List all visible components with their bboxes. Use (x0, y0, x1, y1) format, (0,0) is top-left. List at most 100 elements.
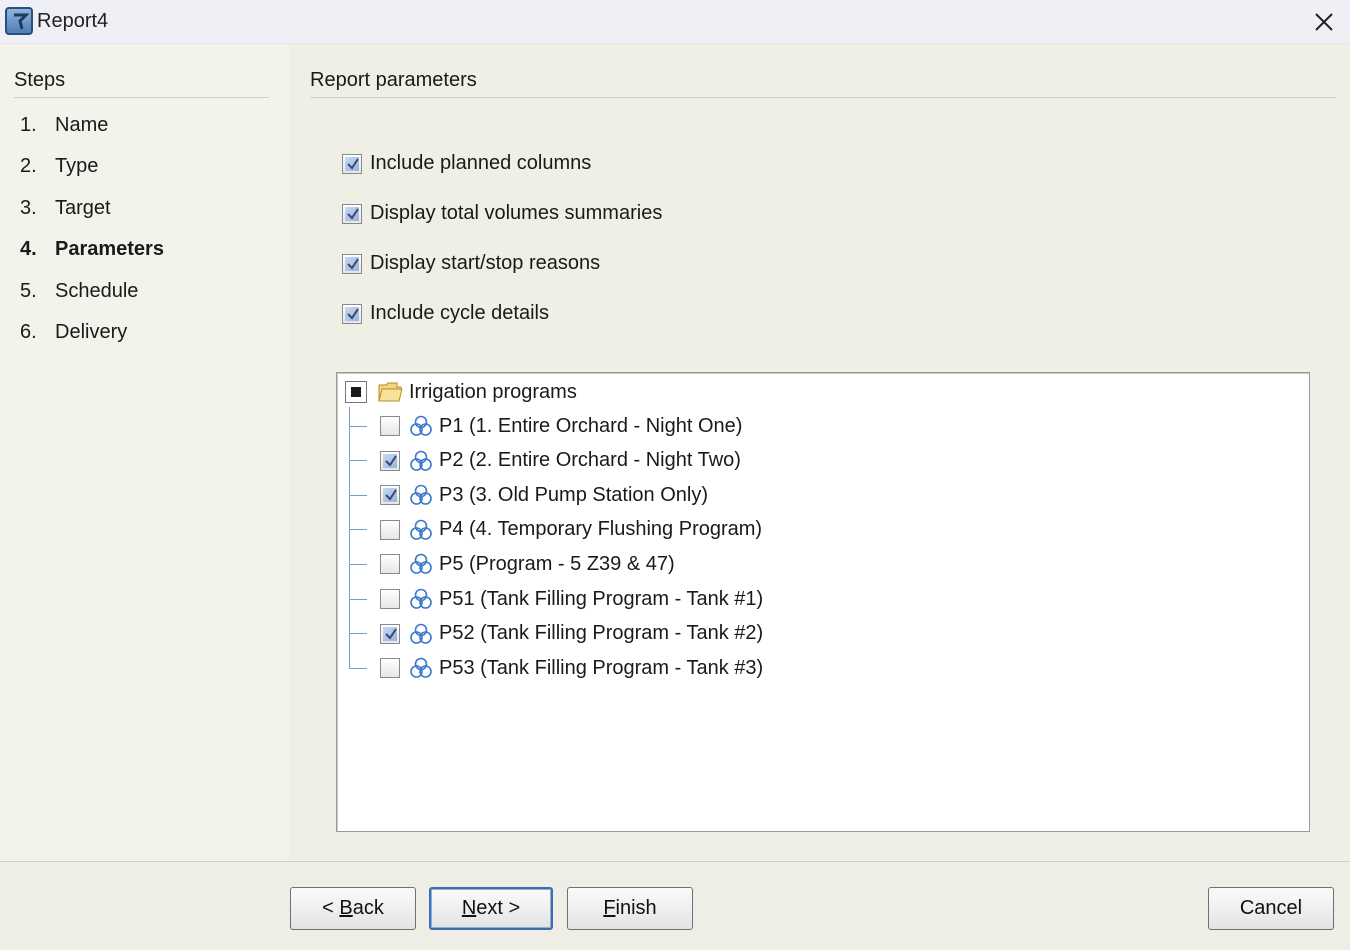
program-checkbox[interactable] (380, 519, 400, 540)
back-button-prefix: < (322, 897, 340, 919)
irrigation-program-icon (410, 484, 432, 505)
program-checkbox[interactable] (380, 485, 400, 506)
option-4-checkbox-row[interactable]: Include cycle details (342, 302, 549, 325)
back-button-rest: ack (352, 897, 384, 919)
option-checkbox[interactable] (342, 153, 362, 174)
irrigation-program-icon (410, 657, 432, 678)
option-label: Include cycle details (370, 302, 549, 324)
irrigation-programs-tree[interactable]: Irrigation programs P1 (1. Entire Orchar… (336, 372, 1310, 832)
program-label: P1 (1. Entire Orchard - Night One) (439, 414, 743, 437)
tree-item-program[interactable]: P52 (Tank Filling Program - Tank #2) (349, 619, 763, 649)
report-app-icon (5, 7, 33, 35)
program-checkbox[interactable] (380, 450, 400, 471)
program-checkbox[interactable] (380, 416, 400, 436)
option-label: Display start/stop reasons (370, 252, 601, 274)
next-button-rest: ext > (476, 897, 521, 919)
tree-item-program[interactable]: P3 (3. Old Pump Station Only) (349, 480, 708, 510)
option-checkbox[interactable] (342, 253, 362, 274)
program-label: P5 (Program - 5 Z39 & 47) (439, 552, 675, 575)
title-bar: Report4 (0, 0, 1350, 44)
step-type[interactable]: 2. Type (20, 155, 98, 178)
step-number: 2. (20, 155, 37, 177)
step-target[interactable]: 3. Target (20, 197, 111, 220)
finish-button[interactable]: Finish (567, 887, 693, 930)
step-label: Parameters (55, 238, 164, 260)
tree-branch-line (349, 529, 367, 531)
tree-branch-line (349, 563, 367, 565)
tree-item-program[interactable]: P4 (4. Temporary Flushing Program) (349, 515, 762, 545)
irrigation-program-icon (410, 623, 432, 644)
option-checkbox[interactable] (342, 203, 362, 224)
tree-root-label: Irrigation programs (409, 380, 577, 403)
program-label: P3 (3. Old Pump Station Only) (439, 483, 709, 506)
checkmark-icon (385, 455, 397, 467)
irrigation-program-icon (410, 450, 432, 471)
tree-item-program[interactable]: P5 (Program - 5 Z39 & 47) (349, 549, 675, 579)
program-checkbox[interactable] (380, 623, 400, 644)
step-number: 3. (20, 197, 37, 219)
step-number: 5. (20, 280, 37, 302)
step-number: 4. (20, 238, 37, 260)
irrigation-program-icon (410, 588, 432, 609)
step-number: 1. (20, 114, 37, 136)
window-title: Report4 (37, 10, 109, 32)
program-label: P52 (Tank Filling Program - Tank #2) (439, 622, 764, 645)
step-number: 6. (20, 321, 37, 343)
irrigation-program-icon (410, 554, 432, 575)
folder-icon (378, 382, 403, 402)
checkmark-icon (347, 307, 359, 320)
back-button-mnemonic: B (339, 897, 353, 919)
checkmark-icon (347, 257, 359, 270)
tree-root-checkbox[interactable] (345, 381, 367, 403)
program-label: P4 (4. Temporary Flushing Program) (439, 518, 763, 541)
option-2-checkbox-row[interactable]: Display total volumes summaries (342, 202, 662, 225)
tree-root[interactable]: Irrigation programs (345, 379, 577, 405)
step-label: Target (55, 197, 111, 219)
tree-item-program[interactable]: P2 (2. Entire Orchard - Night Two) (349, 446, 741, 476)
program-label: P53 (Tank Filling Program - Tank #3) (439, 656, 764, 679)
back-button[interactable]: < Back (290, 887, 416, 930)
report-parameters-header: Report parameters (310, 69, 477, 91)
program-checkbox[interactable] (380, 658, 400, 679)
program-label: P51 (Tank Filling Program - Tank #1) (439, 587, 764, 610)
cancel-button[interactable]: Cancel (1208, 887, 1334, 930)
step-delivery[interactable]: 6. Delivery (20, 321, 127, 344)
finish-button-rest: inish (615, 897, 657, 919)
finish-button-mnemonic: F (603, 897, 616, 919)
option-checkbox[interactable] (342, 303, 362, 324)
option-1-checkbox-row[interactable]: Include planned columns (342, 152, 591, 175)
next-button[interactable]: Next > (429, 887, 553, 930)
program-label: P2 (2. Entire Orchard - Night Two) (439, 449, 741, 472)
tree-item-program[interactable]: P1 (1. Entire Orchard - Night One) (349, 411, 742, 441)
step-parameters[interactable]: 4. Parameters (20, 238, 164, 261)
steps-header: Steps (14, 69, 66, 91)
tree-branch-line (349, 667, 367, 669)
step-name[interactable]: 1. Name (20, 114, 108, 137)
irrigation-program-icon (410, 519, 432, 540)
checkmark-icon (385, 489, 397, 501)
next-button-mnemonic: N (461, 897, 477, 919)
tree-branch-line (349, 460, 367, 462)
program-checkbox[interactable] (380, 589, 400, 609)
option-label: Include planned columns (370, 152, 592, 174)
step-label: Type (55, 155, 99, 177)
option-3-checkbox-row[interactable]: Display start/stop reasons (342, 252, 600, 275)
irrigation-program-icon (410, 415, 432, 436)
step-label: Name (55, 114, 109, 136)
step-label: Delivery (55, 321, 128, 343)
close-icon[interactable] (1308, 6, 1340, 38)
steps-divider (14, 97, 269, 98)
checkmark-icon (385, 628, 397, 640)
checkmark-icon (347, 207, 359, 220)
tree-item-program[interactable]: P53 (Tank Filling Program - Tank #3) (349, 653, 763, 683)
step-label: Schedule (55, 280, 139, 302)
tree-branch-line (349, 598, 367, 600)
steps-pane: Steps 1. Name 2. Type 3. Target 4. Parameters 5.… (0, 45, 289, 861)
option-label: Display total volumes summaries (370, 202, 663, 224)
tree-branch-line (349, 425, 367, 427)
step-schedule[interactable]: 5. Schedule (20, 280, 138, 303)
tree-branch-line (349, 494, 367, 496)
tree-item-program[interactable]: P51 (Tank Filling Program - Tank #1) (349, 584, 763, 614)
tree-branch-line (349, 633, 367, 635)
program-checkbox[interactable] (380, 554, 400, 575)
